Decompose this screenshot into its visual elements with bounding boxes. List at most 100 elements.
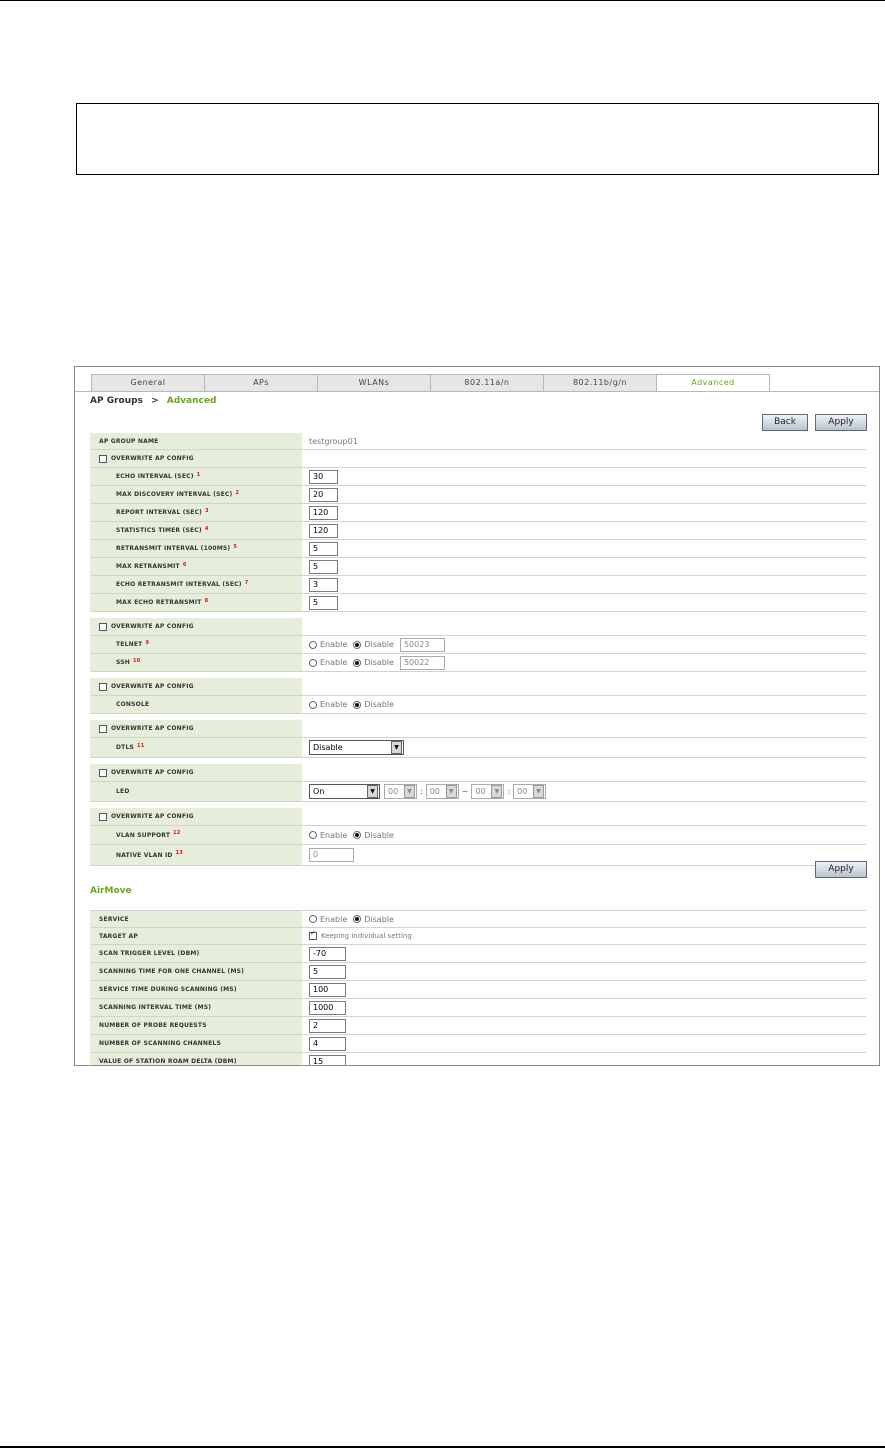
check-icon: ✓ <box>310 929 316 937</box>
chevron-down-icon: ▼ <box>445 785 457 798</box>
airmove-service-row: SERVICE Enable Disable <box>90 911 866 928</box>
tab-general[interactable]: General <box>91 374 204 392</box>
vlan-support-row: VLAN SUPPORT 12 Enable Disable <box>90 826 866 845</box>
apply-button-bottom[interactable]: Apply <box>815 861 867 878</box>
tab-advanced[interactable]: Advanced <box>656 374 770 392</box>
dtls-row: DTLS 11 Disable ▼ <box>90 738 866 758</box>
tab-802-11bgn[interactable]: 802.11b/g/n <box>543 374 656 392</box>
overwrite-checkbox-4[interactable] <box>99 724 107 733</box>
service-time-input[interactable]: 100 <box>309 982 346 997</box>
overwrite-label-2: OVERWRITE AP CONFIG <box>111 623 194 630</box>
overwrite-label-3: OVERWRITE AP CONFIG <box>111 683 194 690</box>
report-interval-input[interactable]: 120 <box>309 505 338 520</box>
footnote-marker: 11 <box>137 742 145 749</box>
overwrite-checkbox-3[interactable] <box>99 682 107 691</box>
overwrite-checkbox-6[interactable] <box>99 812 107 821</box>
breadcrumb: AP Groups > Advanced <box>90 396 216 406</box>
led-row: LED On ▼ 00 ▼ : 00 ▼ ~ 00 ▼ : 00 ▼ <box>90 782 866 802</box>
tab-wlans[interactable]: WLANs <box>317 374 430 392</box>
scanning-time-input[interactable]: 5 <box>309 964 346 979</box>
airmove-row-label: NUMBER OF SCANNING CHANNELS <box>99 1040 221 1047</box>
telnet-label: TELNET <box>116 641 143 648</box>
group-name-row: AP GROUP NAME testgroup01 <box>90 433 866 450</box>
service-disable-radio[interactable] <box>353 915 362 923</box>
airmove-row-label: SCAN TRIGGER LEVEL (DBM) <box>99 950 200 957</box>
service-enable-radio[interactable] <box>309 915 317 923</box>
page-top-rule <box>0 0 885 1</box>
dtls-select[interactable]: Disable ▼ <box>309 740 404 755</box>
footnote-marker: 2 <box>235 489 240 496</box>
led-start-hour-select[interactable]: 00 ▼ <box>384 784 417 799</box>
tab-aps[interactable]: APs <box>204 374 317 392</box>
ssh-port-input[interactable]: 50022 <box>399 655 445 670</box>
ssh-disable-radio[interactable] <box>353 658 362 667</box>
breadcrumb-current: Advanced <box>166 396 217 406</box>
led-mode-select[interactable]: On ▼ <box>309 784 380 799</box>
vlan-disable-radio[interactable] <box>353 831 362 839</box>
ssh-enable-radio[interactable] <box>309 658 317 667</box>
telnet-disable-label: Disable <box>364 640 394 649</box>
retransmit-interval-input[interactable]: 5 <box>309 541 338 556</box>
telnet-row: TELNET 9 Enable Disable 50023 <box>90 636 866 654</box>
statistics-timer-input[interactable]: 120 <box>309 523 338 538</box>
overwrite-checkbox-5[interactable] <box>99 768 107 777</box>
interval-label: REPORT INTERVAL (SEC) <box>116 509 203 516</box>
time-colon: : <box>507 787 511 796</box>
overwrite-label-5: OVERWRITE AP CONFIG <box>111 769 194 776</box>
probe-requests-input[interactable]: 2 <box>309 1018 346 1033</box>
time-range-tilde: ~ <box>461 787 469 796</box>
ssh-label: SSH <box>116 659 130 666</box>
airmove-row-label: NUMBER OF PROBE REQUESTS <box>99 1022 207 1029</box>
dtls-select-value: Disable <box>313 743 343 752</box>
telnet-disable-radio[interactable] <box>353 640 362 649</box>
echo-interval-input[interactable]: 30 <box>309 469 338 484</box>
led-label: LED <box>116 788 130 795</box>
note-box <box>76 103 879 175</box>
group-name-label: AP GROUP NAME <box>90 433 302 449</box>
tab-802-11an[interactable]: 802.11a/n <box>430 374 543 392</box>
service-enable-label: Enable <box>320 914 348 924</box>
overwrite-row-1: OVERWRITE AP CONFIG <box>90 450 866 468</box>
keeping-setting-checkbox[interactable]: ✓ <box>309 929 317 940</box>
led-end-minute-value: 00 <box>517 787 528 796</box>
scanning-interval-input[interactable]: 1000 <box>309 1000 346 1015</box>
tab-underline <box>75 391 879 392</box>
led-end-hour-select[interactable]: 00 ▼ <box>471 784 505 799</box>
led-start-minute-select[interactable]: 00 ▼ <box>425 784 459 799</box>
overwrite-checkbox-2[interactable] <box>99 622 107 631</box>
airmove-service-label: SERVICE <box>99 915 129 923</box>
interval-label: MAX DISCOVERY INTERVAL (SEC) <box>116 491 233 498</box>
footnote-marker: 5 <box>233 543 238 550</box>
roam-delta-input[interactable]: 15 <box>309 1054 346 1065</box>
overwrite-row-3: OVERWRITE AP CONFIG <box>90 678 866 696</box>
overwrite-row-5: OVERWRITE AP CONFIG <box>90 764 866 782</box>
max-discovery-interval-input[interactable]: 20 <box>309 487 338 502</box>
breadcrumb-separator: > <box>151 396 159 406</box>
telnet-port-input[interactable]: 50023 <box>399 637 445 652</box>
interval-row: ECHO RETRANSMIT INTERVAL (SEC) 7 3 <box>90 576 866 594</box>
ssh-disable-label: Disable <box>364 658 394 667</box>
airmove-target-ap-row: TARGET AP ✓ Keeping individual setting <box>90 928 866 945</box>
console-label: CONSOLE <box>116 701 150 708</box>
footnote-marker: 7 <box>244 579 249 586</box>
footnote-marker: 9 <box>145 639 150 646</box>
max-retransmit-input[interactable]: 5 <box>309 559 338 574</box>
max-echo-retransmit-input[interactable]: 5 <box>309 595 338 610</box>
scan-trigger-level-input[interactable]: -70 <box>309 946 346 961</box>
console-disable-radio[interactable] <box>353 700 362 709</box>
overwrite-checkbox-1[interactable] <box>99 454 107 463</box>
vlan-enable-radio[interactable] <box>309 831 317 839</box>
back-button[interactable]: Back <box>762 414 808 431</box>
footnote-marker: 10 <box>133 657 141 664</box>
console-enable-radio[interactable] <box>309 700 317 709</box>
apply-button-top[interactable]: Apply <box>815 414 867 431</box>
led-end-minute-select[interactable]: 00 ▼ <box>513 784 547 799</box>
scanning-channels-input[interactable]: 4 <box>309 1036 346 1051</box>
airmove-row: VALUE OF STATION ROAM DELTA (DBM) 15 <box>90 1053 866 1065</box>
echo-retransmit-interval-input[interactable]: 3 <box>309 577 338 592</box>
overwrite-label-6: OVERWRITE AP CONFIG <box>111 813 194 820</box>
breadcrumb-root[interactable]: AP Groups <box>90 396 143 406</box>
interval-row: MAX DISCOVERY INTERVAL (SEC) 2 20 <box>90 486 866 504</box>
telnet-enable-radio[interactable] <box>309 640 317 649</box>
native-vlan-input[interactable]: 0 <box>309 848 354 862</box>
